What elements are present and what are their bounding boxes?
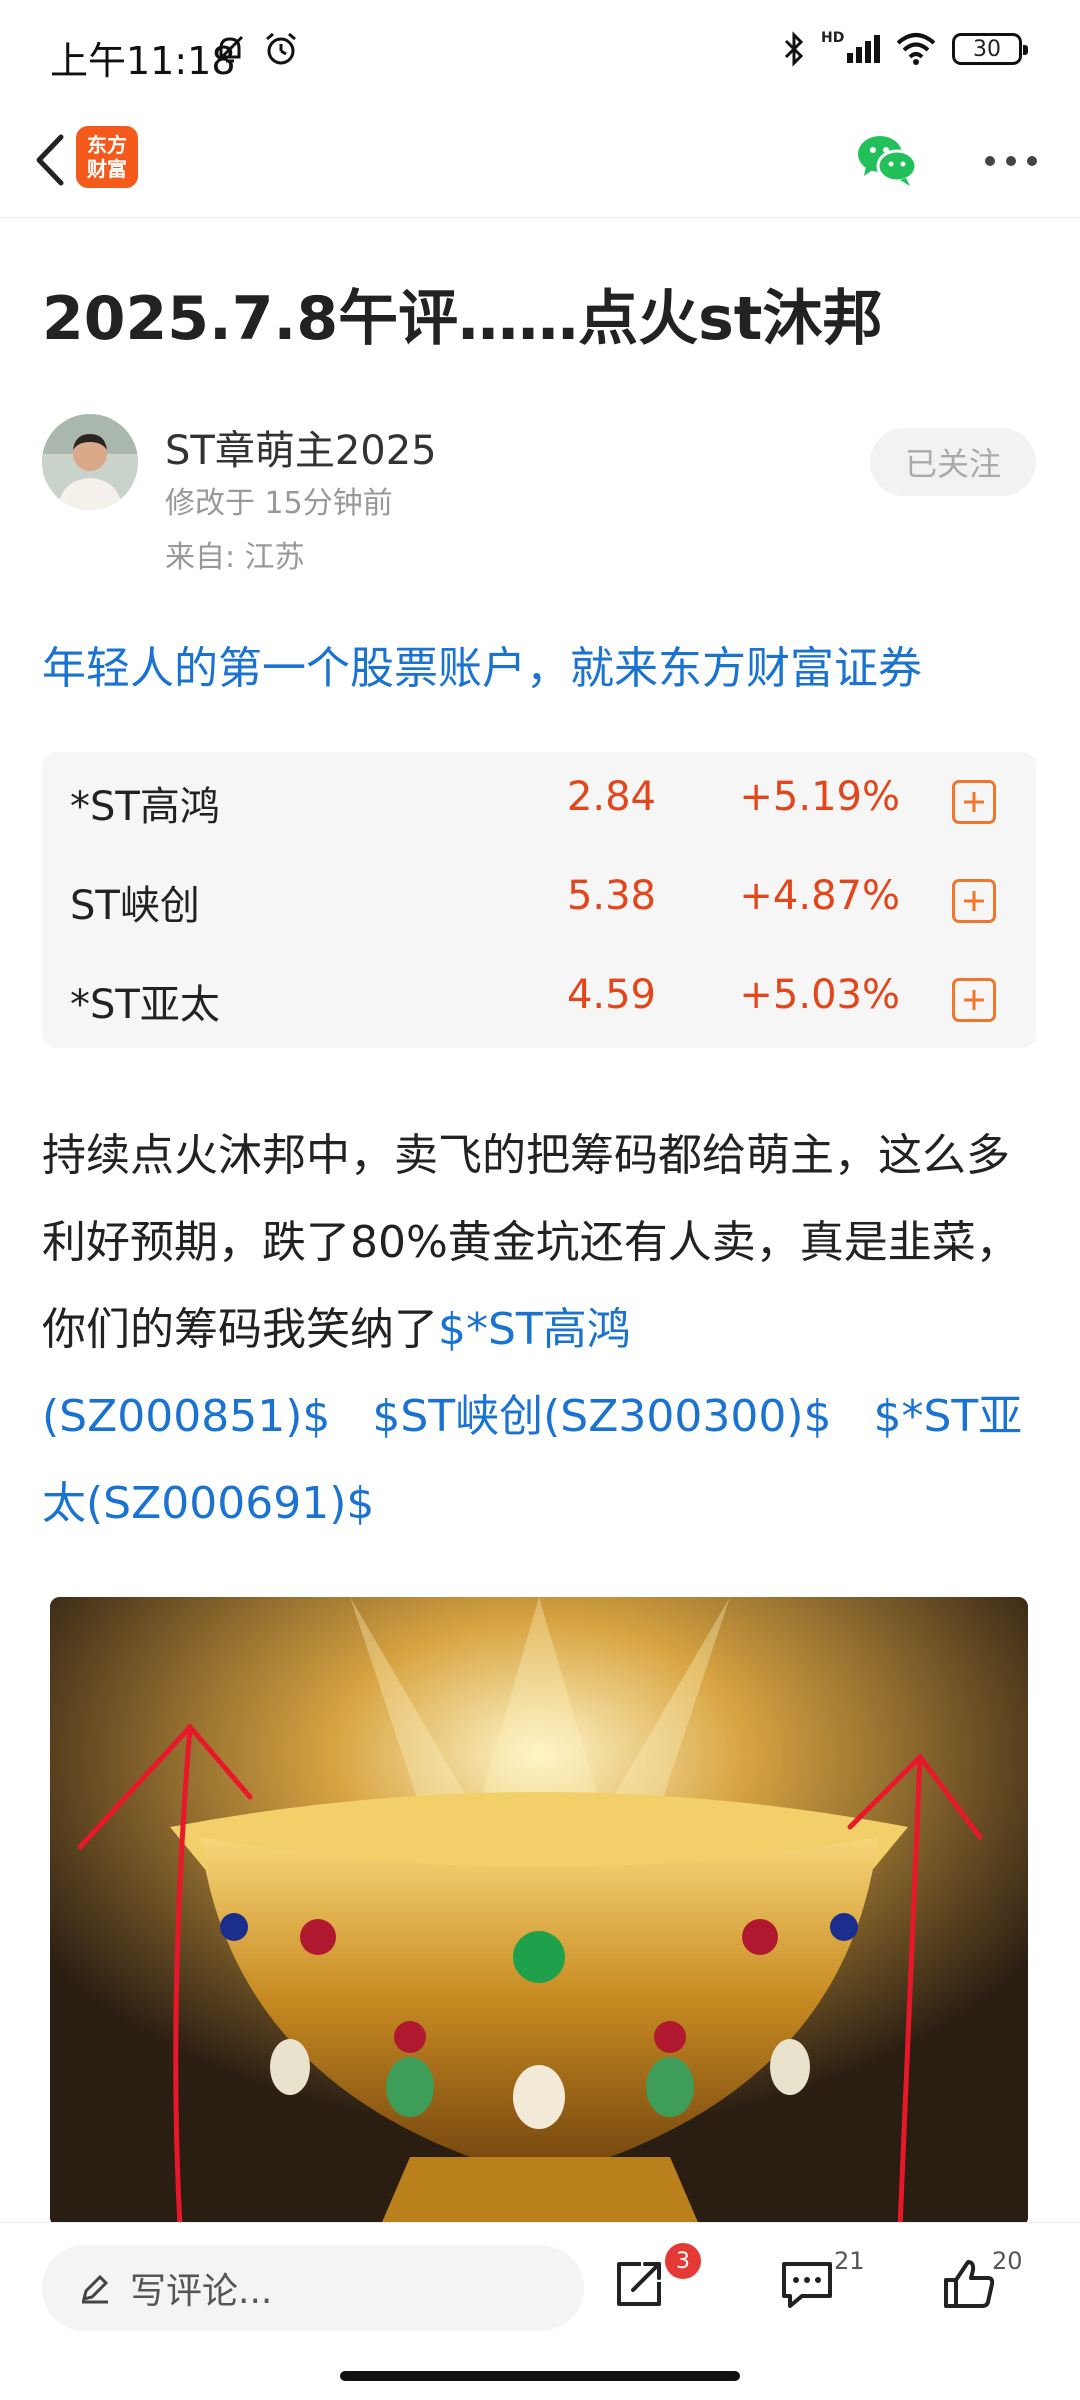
- stock-change: +5.19%: [739, 774, 900, 820]
- golden-bowl-image: [50, 1597, 1028, 2227]
- battery-level: 30: [973, 36, 1001, 62]
- stock-price: 4.59: [566, 972, 656, 1018]
- add-watchlist-button[interactable]: [952, 978, 996, 1022]
- alarm-clock-icon: [266, 32, 296, 65]
- thumbs-up-icon: [944, 2260, 995, 2308]
- stock-row[interactable]: ST峡创 5.38 +4.87%: [42, 851, 1036, 949]
- wifi-icon: [896, 33, 936, 65]
- more-dots-icon: [985, 156, 1037, 166]
- wechat-icon: [858, 136, 918, 186]
- battery-indicator: 30: [952, 33, 1028, 65]
- like-count: 20: [992, 2247, 1023, 2275]
- status-bar: 上午11:18 HD 30: [0, 0, 1080, 108]
- home-indicator[interactable]: [340, 2371, 740, 2381]
- app-logo: 东方财富: [76, 126, 138, 188]
- back-button[interactable]: [20, 130, 80, 190]
- comment-count: 21: [834, 2247, 865, 2275]
- post-location: 来自: 江苏: [165, 540, 305, 575]
- more-options-button[interactable]: [976, 136, 1046, 186]
- stock-row[interactable]: *ST高鸿 2.84 +5.19%: [42, 752, 1036, 850]
- wechat-share-button[interactable]: [854, 130, 920, 190]
- stock-price: 2.84: [566, 774, 656, 820]
- status-time: 上午11:18: [50, 39, 236, 83]
- stock-change: +5.03%: [739, 972, 900, 1018]
- hd-label: HD: [821, 30, 845, 46]
- stock-row[interactable]: *ST亚太 4.59 +5.03%: [42, 950, 1036, 1048]
- follow-button[interactable]: 已关注: [870, 428, 1036, 496]
- bottom-action-bar: 写评论... 3 21 20: [0, 2222, 1080, 2400]
- app-bar: 东方财富: [0, 108, 1080, 218]
- share-button[interactable]: [604, 2249, 674, 2319]
- plus-icon: [964, 891, 984, 911]
- plus-icon: [964, 792, 984, 812]
- stock-name: *ST高鸿: [70, 784, 220, 830]
- bluetooth-icon: [784, 31, 804, 67]
- comment-bubble-icon: [782, 2262, 832, 2308]
- share-badge: 3: [665, 2243, 701, 2279]
- logo-text: 东方财富: [87, 133, 127, 181]
- stock-link[interactable]: $ST峡创(SZ300300)$: [372, 1391, 831, 1442]
- chevron-left-icon: [36, 134, 64, 186]
- share-icon: [617, 2262, 661, 2306]
- signal-icon: HD: [821, 31, 880, 63]
- article-title: 2025.7.8午评……点火st沐邦: [42, 284, 883, 354]
- article-body: 持续点火沐邦中，卖飞的把筹码都给萌主，这么多利好预期，跌了80%黄金坑还有人卖，…: [42, 1112, 1042, 1547]
- stock-price: 5.38: [566, 873, 656, 919]
- modified-time: 修改于 15分钟前: [165, 486, 393, 521]
- stock-quote-list: *ST高鸿 2.84 +5.19% ST峡创 5.38 +4.87% *ST亚太…: [42, 752, 1036, 1048]
- stock-name: ST峡创: [70, 883, 200, 929]
- mute-bell-icon: [216, 35, 244, 63]
- plus-icon: [964, 990, 984, 1010]
- promo-link[interactable]: 年轻人的第一个股票账户，就来东方财富证券: [42, 632, 922, 696]
- status-right-icons: HD 30: [781, 30, 1028, 68]
- author-name[interactable]: ST章萌主2025: [165, 418, 437, 476]
- author-avatar[interactable]: [42, 414, 138, 510]
- add-watchlist-button[interactable]: [952, 780, 996, 824]
- avatar-photo: [42, 414, 138, 510]
- comment-input[interactable]: 写评论...: [42, 2245, 584, 2331]
- article-image[interactable]: [50, 1597, 1028, 2227]
- pencil-icon: [81, 2274, 109, 2304]
- stock-name: *ST亚太: [70, 982, 220, 1028]
- comments-button[interactable]: [772, 2249, 842, 2319]
- add-watchlist-button[interactable]: [952, 879, 996, 923]
- status-left-icons: [212, 30, 300, 68]
- comment-placeholder: 写评论...: [130, 2271, 273, 2312]
- stock-change: +4.87%: [739, 873, 900, 919]
